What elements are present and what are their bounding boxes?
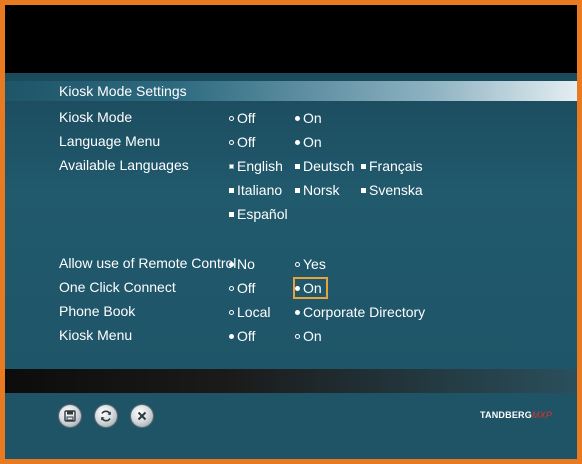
language-english-checkbox[interactable]: English <box>229 157 283 175</box>
close-icon <box>137 411 147 421</box>
language-svenska-checkbox[interactable]: Svenska <box>361 181 423 199</box>
footer-bar: TANDBERGMXP <box>5 393 577 459</box>
radio-unselected-icon <box>229 115 234 121</box>
checkbox-icon <box>361 163 366 169</box>
checkbox-icon <box>229 187 234 193</box>
language-francais-checkbox[interactable]: Français <box>361 157 423 175</box>
language-menu-off-option[interactable]: Off <box>229 133 255 151</box>
checkbox-icon <box>229 163 234 169</box>
radio-unselected-icon <box>229 139 234 145</box>
checkbox-icon <box>295 187 300 193</box>
kiosk-menu-on-option[interactable]: On <box>295 327 322 345</box>
language-norsk-checkbox[interactable]: Norsk <box>295 181 340 199</box>
one-click-connect-label: One Click Connect <box>59 279 176 295</box>
kiosk-menu-off-option[interactable]: Off <box>229 327 255 345</box>
remote-control-label: Allow use of Remote Control <box>59 255 237 271</box>
radio-unselected-icon <box>295 261 300 267</box>
settings-panel: Kiosk Mode Settings Kiosk Mode Off On La… <box>5 73 577 369</box>
refresh-icon <box>101 410 111 422</box>
save-icon <box>64 410 76 422</box>
kiosk-mode-off-option[interactable]: Off <box>229 109 255 127</box>
remote-control-no-option[interactable]: No <box>229 255 255 273</box>
language-deutsch-checkbox[interactable]: Deutsch <box>295 157 354 175</box>
radio-selected-icon <box>229 333 234 339</box>
remote-control-yes-option[interactable]: Yes <box>295 255 326 273</box>
language-italiano-checkbox[interactable]: Italiano <box>229 181 282 199</box>
one-click-connect-off-option[interactable]: Off <box>229 279 255 297</box>
phone-book-corporate-option[interactable]: Corporate Directory <box>295 303 425 321</box>
language-menu-on-option[interactable]: On <box>295 133 322 151</box>
close-button[interactable] <box>131 405 153 427</box>
available-languages-label: Available Languages <box>59 157 189 173</box>
one-click-connect-on-option[interactable]: On <box>293 277 328 299</box>
window-frame: Kiosk Mode Settings Kiosk Mode Off On La… <box>0 0 582 464</box>
radio-unselected-icon <box>229 309 234 315</box>
language-menu-label: Language Menu <box>59 133 161 149</box>
radio-selected-icon <box>229 261 234 267</box>
radio-unselected-icon <box>229 285 234 291</box>
checkbox-icon <box>229 211 234 217</box>
radio-selected-icon <box>295 139 300 145</box>
language-espanol-checkbox[interactable]: Español <box>229 205 288 223</box>
divider-bar <box>5 369 577 393</box>
page-title: Kiosk Mode Settings <box>59 83 187 99</box>
radio-selected-icon <box>295 285 300 291</box>
brand-suffix: MXP <box>531 410 553 420</box>
radio-selected-icon <box>295 115 300 121</box>
phone-book-local-option[interactable]: Local <box>229 303 270 321</box>
kiosk-mode-label: Kiosk Mode <box>59 109 133 125</box>
title-bar: Kiosk Mode Settings <box>5 81 577 101</box>
radio-unselected-icon <box>295 333 300 339</box>
brand-logo: TANDBERGMXP <box>480 410 552 420</box>
brand-name: TANDBERG <box>480 410 532 420</box>
top-black-bar <box>5 5 577 73</box>
refresh-button[interactable] <box>95 405 117 427</box>
kiosk-mode-on-option[interactable]: On <box>295 109 322 127</box>
checkbox-icon <box>295 163 300 169</box>
radio-selected-icon <box>295 309 300 315</box>
save-button[interactable] <box>59 405 81 427</box>
phone-book-label: Phone Book <box>59 303 136 319</box>
kiosk-menu-label: Kiosk Menu <box>59 327 133 343</box>
checkbox-icon <box>361 187 366 193</box>
